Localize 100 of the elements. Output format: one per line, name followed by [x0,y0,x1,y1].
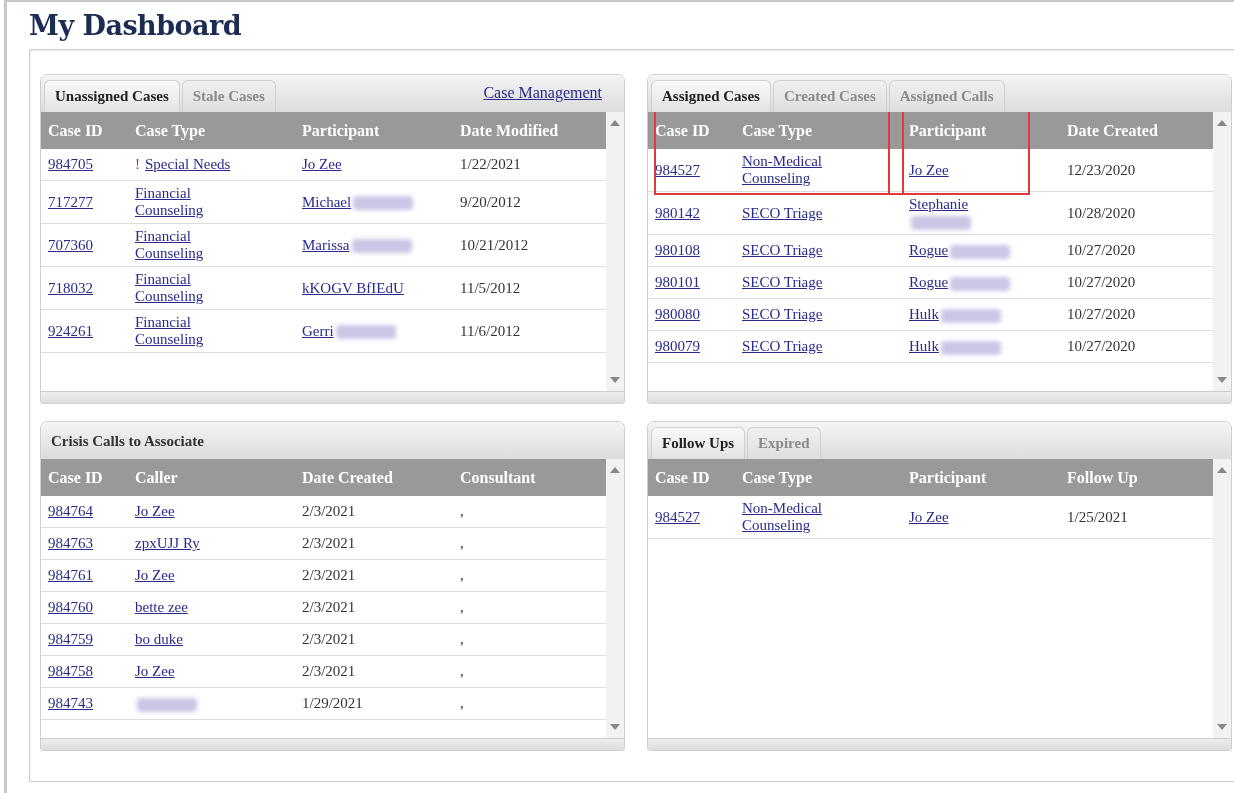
table-link[interactable]: Non-Medical Counseling [742,153,867,187]
table-link[interactable]: 984759 [48,631,93,648]
cell-text: 2/3/2021 [302,599,356,616]
table-link[interactable]: Stephanie [909,196,989,230]
cell-text: 9/20/2012 [460,193,521,211]
table-link[interactable]: Jo Zee [909,508,949,526]
table-link[interactable]: 980079 [655,338,700,355]
cell-text: 11/6/2012 [460,322,521,340]
column-header: Date Created [1060,112,1213,149]
column-header: Consultant [453,459,606,496]
table-link[interactable]: bette zee [135,599,188,616]
column-header: Caller [128,459,295,496]
cell-text: , [460,567,464,584]
table-link[interactable]: SECO Triage [742,274,823,291]
cell-text: 10/27/2020 [1067,306,1136,323]
cell-text: , [460,695,464,712]
table-link[interactable]: Special Needs [145,156,231,173]
scroll-down-icon[interactable] [1217,377,1227,383]
cell-text: , [460,631,464,648]
scroll-up-icon[interactable] [610,120,620,126]
table-link[interactable]: 984761 [48,567,93,584]
scrollbar[interactable] [1213,112,1231,391]
table-link[interactable]: 984758 [48,663,93,680]
table-link[interactable]: Jo Zee [302,156,342,173]
cell-text: 11/5/2012 [460,279,521,297]
cell-text: 10/21/2012 [460,236,529,254]
table-link[interactable]: Hulk [909,338,1001,355]
table-link[interactable]: Hulk [909,306,1001,323]
scroll-up-icon[interactable] [610,467,620,473]
cell-text: 1/29/2021 [302,695,363,712]
panel-tab[interactable]: Unassigned Cases [44,80,180,112]
cell-text: 10/27/2020 [1067,274,1136,291]
cell-text: 10/27/2020 [1067,242,1136,259]
scroll-down-icon[interactable] [610,724,620,730]
page-title: My Dashboard [29,10,243,41]
table-link[interactable]: zpxUJJ Ry [135,535,200,552]
table-link[interactable]: Gerri [302,322,396,340]
table-link[interactable]: 717277 [48,193,93,211]
alert-mark: ! [135,156,140,173]
table-link[interactable]: 984764 [48,503,93,520]
table-link[interactable]: 718032 [48,279,93,297]
table-link[interactable]: 980080 [655,306,700,323]
column-header: Case ID [648,112,735,149]
panel-tab[interactable]: Follow Ups [651,427,746,459]
column-header: Case Type [735,112,902,149]
table-link[interactable]: 980142 [655,204,700,222]
column-header: Participant [902,459,1060,496]
table-link[interactable]: Michael [302,193,414,211]
cell-text: 10/28/2020 [1067,204,1136,222]
column-header: Case Type [735,459,902,496]
cell-text: 1/25/2021 [1067,508,1128,526]
table-link[interactable]: 980108 [655,242,700,259]
table-link[interactable]: SECO Triage [742,338,823,355]
table-link[interactable]: 984527 [655,161,700,179]
cell-text: , [460,503,464,520]
cell-text: 1/22/2021 [460,156,521,173]
scrollbar[interactable] [606,112,624,391]
table-link[interactable]: Financial Counseling [135,271,260,305]
cell-text: 12/23/2020 [1067,161,1136,179]
table-link[interactable]: Rogue [909,242,1011,259]
cell-text: 2/3/2021 [302,631,356,648]
table-link[interactable]: 707360 [48,236,93,254]
column-header: Case ID [41,459,128,496]
table-link[interactable]: 984743 [48,695,93,712]
table-link[interactable]: SECO Triage [742,204,823,222]
scrollbar[interactable] [606,459,624,738]
table-link[interactable]: Financial Counseling [135,185,260,219]
table-link[interactable]: Jo Zee [135,503,175,520]
table-link[interactable]: Financial Counseling [135,228,260,262]
scroll-down-icon[interactable] [1217,724,1227,730]
table-link[interactable]: 984527 [655,508,700,526]
table-link[interactable]: 984763 [48,535,93,552]
cell-text: 2/3/2021 [302,503,356,520]
column-header: Case ID [41,112,128,149]
cell-text: , [460,599,464,616]
scroll-up-icon[interactable] [1217,120,1227,126]
table-link[interactable]: 980101 [655,274,700,291]
table-link[interactable]: Marissa [302,236,412,254]
panel-tab[interactable]: Assigned Cases [651,80,771,112]
table-link[interactable]: Rogue [909,274,1011,291]
scroll-down-icon[interactable] [610,377,620,383]
table-link[interactable]: Non-Medical Counseling [742,500,867,534]
table-link[interactable]: 984705 [48,156,93,173]
column-header: Case Type [128,112,295,149]
column-header: Participant [295,112,453,149]
table-link[interactable]: 924261 [48,322,93,340]
scrollbar[interactable] [1213,459,1231,738]
table-link[interactable]: Jo Zee [135,663,175,680]
table-link[interactable]: Jo Zee [909,161,949,179]
table-link[interactable]: Financial Counseling [135,314,260,348]
table-link[interactable]: SECO Triage [742,306,823,323]
scroll-up-icon[interactable] [1217,467,1227,473]
table-link[interactable]: 984760 [48,599,93,616]
table-link[interactable]: SECO Triage [742,242,823,259]
case-management-link[interactable]: Case Management [483,84,602,102]
table-link[interactable]: bo duke [135,631,183,648]
table-link[interactable]: Jo Zee [135,567,175,584]
column-header: Date Created [295,459,453,496]
table-link[interactable]: kKOGV BfIEdU [302,279,404,297]
column-header: Participant [902,112,1060,149]
